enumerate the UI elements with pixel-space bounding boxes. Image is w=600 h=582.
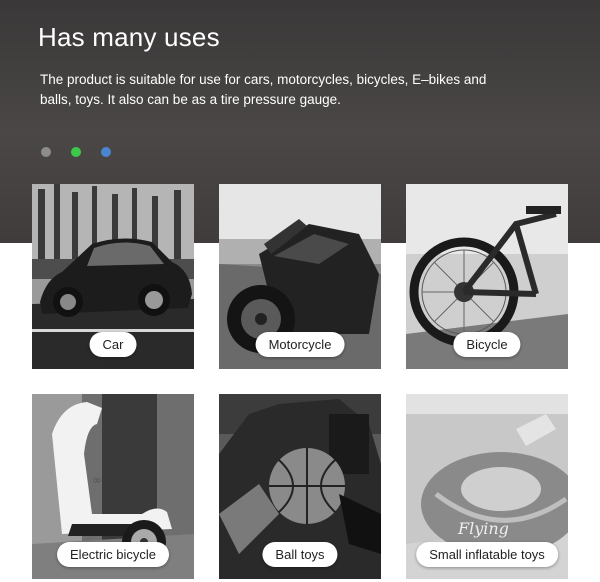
tile-label-bicycle: Bicycle <box>453 332 521 357</box>
svg-text:Flying: Flying <box>457 519 509 538</box>
tile-electric-bicycle[interactable]: ∞ Electric bicycle <box>32 394 194 579</box>
tile-motorcycle[interactable]: Motorcycle <box>219 184 381 369</box>
tile-ball-toys[interactable]: Ball toys <box>219 394 381 579</box>
carousel-dot-2[interactable] <box>71 147 81 157</box>
tile-bicycle[interactable]: Bicycle <box>406 184 568 369</box>
page-description: The product is suitable for use for cars… <box>40 72 487 107</box>
tile-label-electric-bicycle: Electric bicycle <box>57 542 169 567</box>
tile-car[interactable]: Car <box>32 184 194 369</box>
page-title: Has many uses <box>38 22 220 52</box>
svg-text:∞: ∞ <box>92 473 102 487</box>
tile-label-motorcycle: Motorcycle <box>255 332 345 357</box>
tile-label-ball-toys: Ball toys <box>262 542 338 567</box>
tile-label-car: Car <box>89 332 137 357</box>
tile-label-small-inflatable-toys: Small inflatable toys <box>416 542 558 567</box>
carousel-dot-1[interactable] <box>41 147 51 157</box>
tile-small-inflatable-toys[interactable]: Flying Small inflatable toys <box>406 394 568 579</box>
carousel-dot-3[interactable] <box>101 147 111 157</box>
